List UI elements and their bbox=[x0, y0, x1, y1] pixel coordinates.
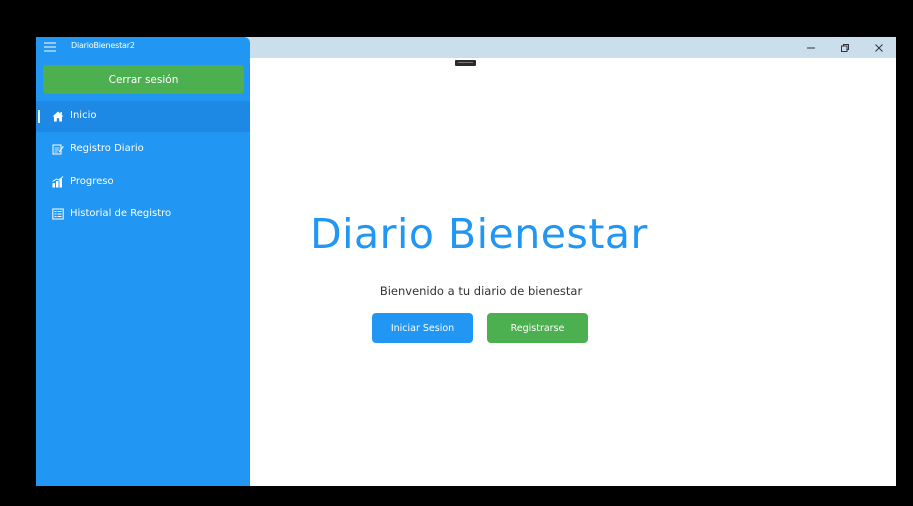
minimize-button[interactable] bbox=[794, 37, 828, 58]
sidebar-item-label: Historial de Registro bbox=[70, 208, 172, 219]
hamburger-menu-icon[interactable] bbox=[44, 42, 56, 52]
welcome-text: Bienvenido a tu diario de bienestar bbox=[379, 284, 583, 298]
sidebar-item-registro-diario[interactable]: Registro Diario bbox=[36, 134, 250, 165]
app-window: DiarioBienestar2 Cerrar sesión Inicio Re… bbox=[36, 37, 896, 486]
sidebar-item-label: Registro Diario bbox=[70, 143, 144, 154]
minimize-icon bbox=[807, 47, 815, 48]
login-button[interactable]: Iniciar Sesion bbox=[372, 313, 473, 343]
sidebar-item-historial[interactable]: Historial de Registro bbox=[36, 199, 250, 230]
restore-icon bbox=[841, 43, 849, 52]
register-button[interactable]: Registrarse bbox=[487, 313, 588, 343]
app-title: DiarioBienestar2 bbox=[71, 41, 135, 50]
history-list-icon bbox=[52, 208, 64, 220]
window-controls bbox=[794, 37, 896, 58]
page-title: Diario Bienestar bbox=[310, 210, 648, 258]
bar-chart-icon bbox=[52, 176, 64, 188]
logout-button[interactable]: Cerrar sesión bbox=[43, 65, 244, 94]
sidebar-item-label: Inicio bbox=[70, 110, 97, 121]
edit-document-icon bbox=[52, 143, 64, 155]
close-button[interactable] bbox=[862, 37, 896, 58]
home-icon bbox=[52, 110, 64, 122]
sidebar-item-label: Progreso bbox=[70, 176, 114, 187]
sidebar: DiarioBienestar2 Cerrar sesión Inicio Re… bbox=[36, 37, 250, 486]
restore-button[interactable] bbox=[828, 37, 862, 58]
sidebar-item-progreso[interactable]: Progreso bbox=[36, 167, 250, 198]
active-indicator bbox=[38, 110, 40, 123]
sidebar-header: DiarioBienestar2 bbox=[36, 37, 250, 58]
drag-handle[interactable] bbox=[455, 60, 476, 66]
close-icon bbox=[875, 43, 883, 52]
sidebar-item-inicio[interactable]: Inicio bbox=[36, 101, 250, 132]
